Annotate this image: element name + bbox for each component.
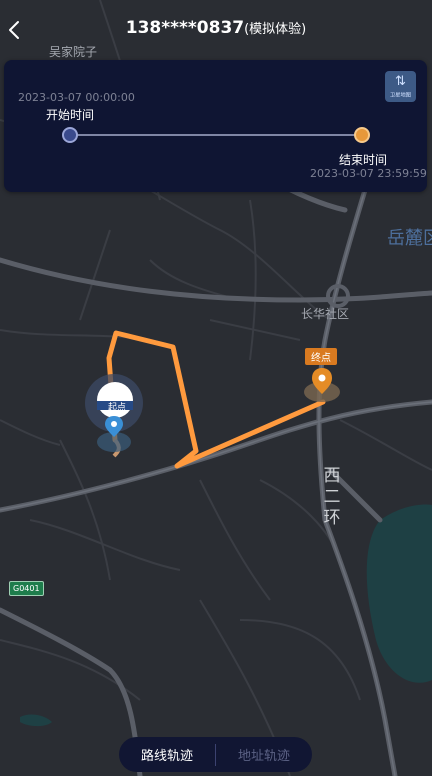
header: 138****0837(模拟体验) [0, 0, 432, 58]
end-marker-label: 终点 [305, 348, 337, 365]
start-marker-label: 起点 [108, 403, 127, 413]
satellite-map-icon: ⇅ [395, 74, 406, 89]
start-time-label: 开始时间 [46, 108, 95, 122]
end-time-label: 结束时间 [339, 153, 388, 167]
time-slider-end-handle[interactable] [354, 127, 370, 143]
map-type-caption: 卫星地图 [390, 92, 411, 98]
map-label-district: 长华社区 [301, 307, 350, 321]
tab-route-track[interactable]: 路线轨迹 [119, 745, 215, 764]
start-date: 2023-03-07 00:00:00 [18, 91, 135, 104]
time-slider-track[interactable] [70, 134, 360, 136]
map-label-ring-road: 西二环 [323, 466, 341, 528]
title-suffix: (模拟体验) [244, 22, 307, 37]
highway-badge: G0401 [9, 581, 44, 596]
time-range-card: ⇅ 卫星地图 2023-03-07 00:00:00 开始时间 结束时间 202… [4, 60, 427, 192]
time-slider-start-handle[interactable] [62, 127, 78, 143]
track-tab-bar: 路线轨迹 地址轨迹 [119, 737, 312, 772]
page-title: 138****0837(模拟体验) [0, 18, 432, 38]
map-label-area: 岳麓区 [387, 228, 432, 249]
tab-address-track[interactable]: 地址轨迹 [216, 745, 312, 764]
end-date: 2023-03-07 23:59:59 [310, 167, 427, 180]
map-type-switch[interactable]: ⇅ 卫星地图 [385, 71, 416, 102]
title-phone: 138****0837 [125, 18, 245, 38]
